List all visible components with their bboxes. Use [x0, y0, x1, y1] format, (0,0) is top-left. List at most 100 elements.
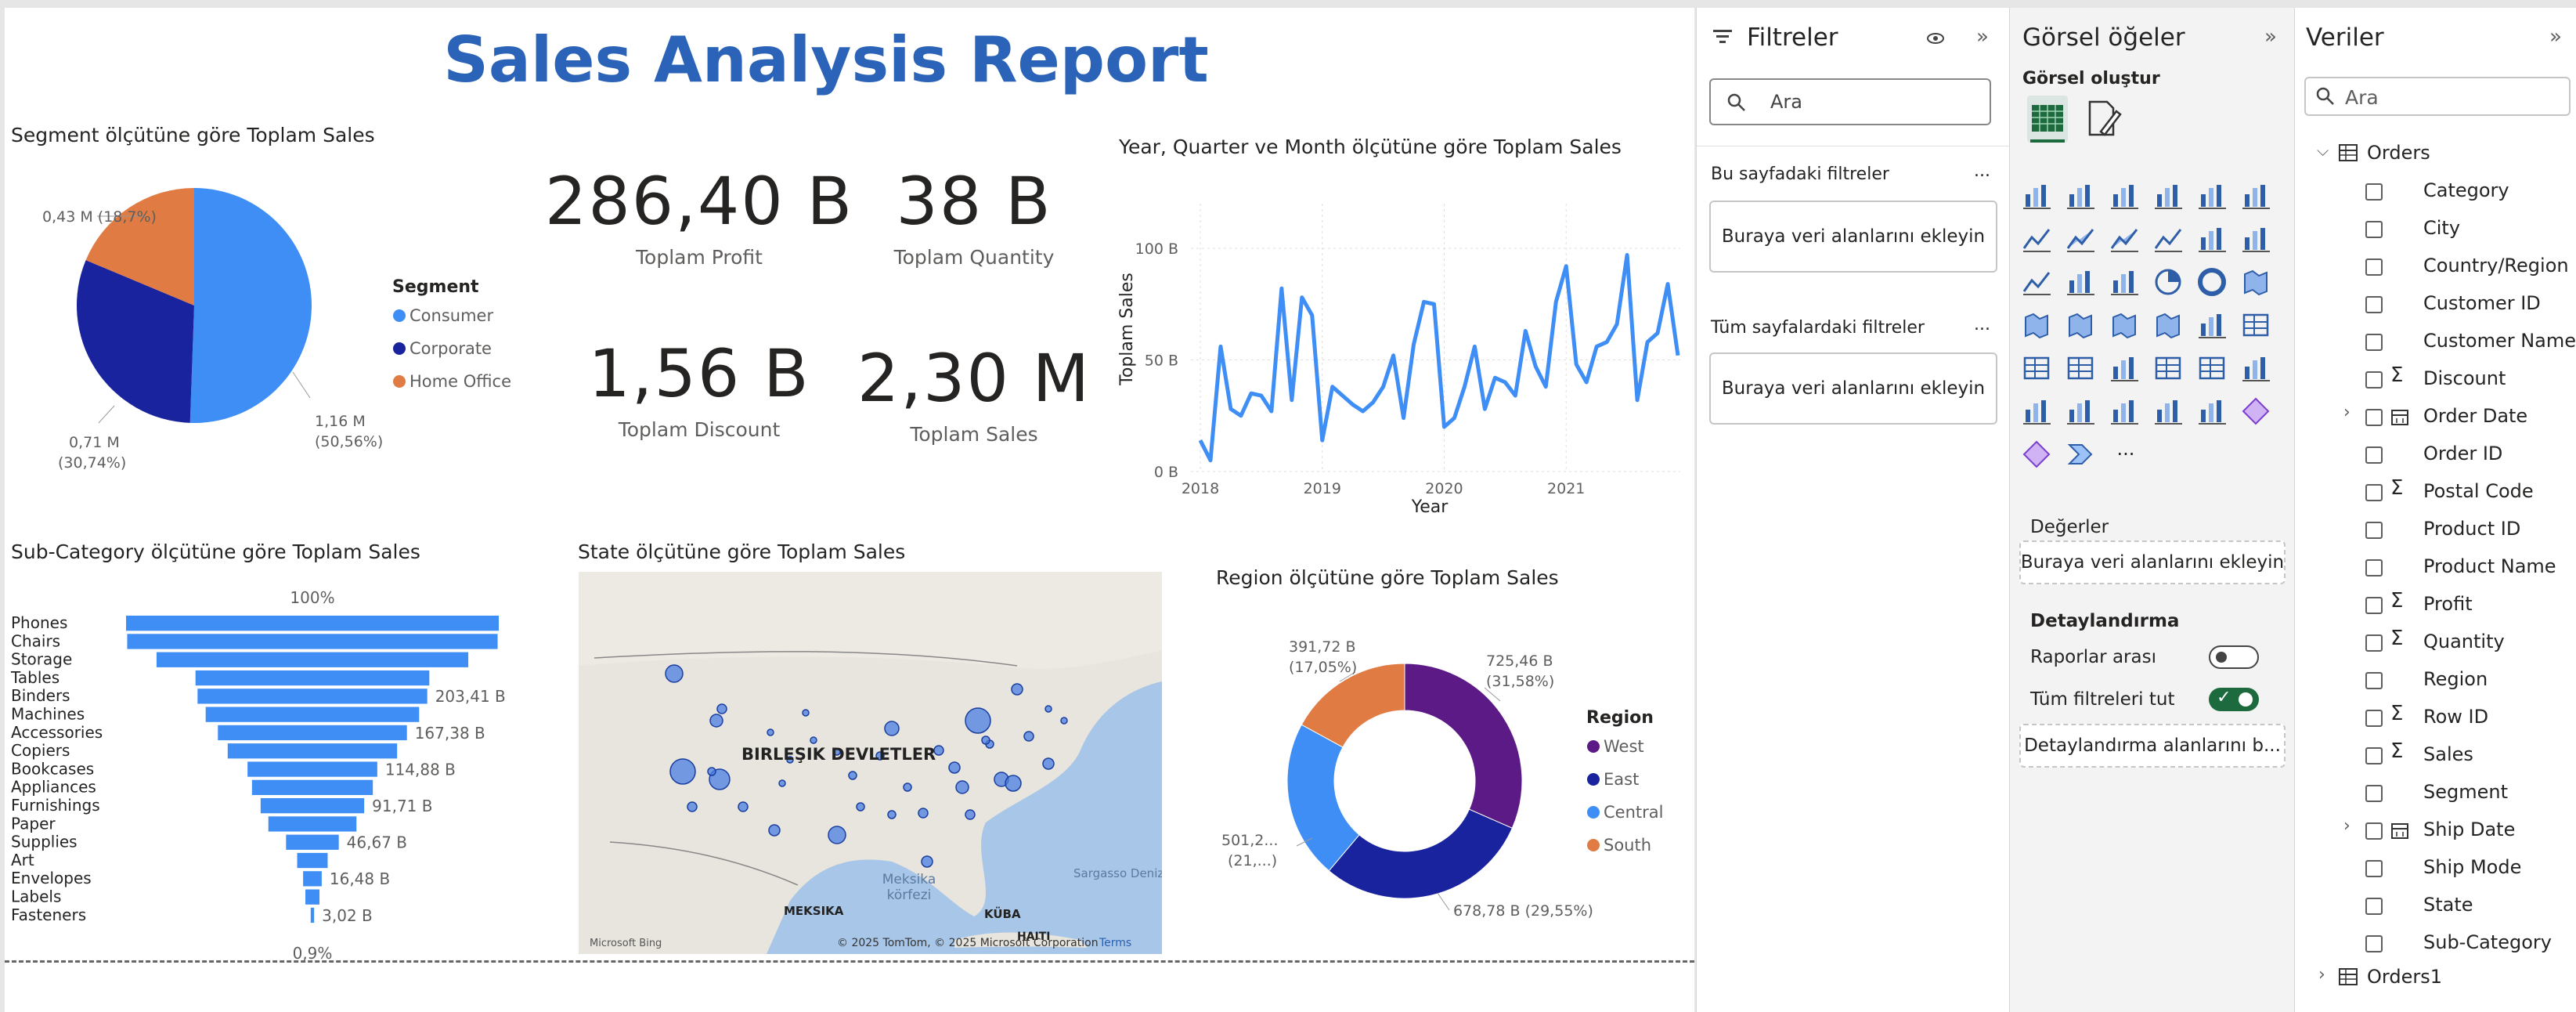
field-checkbox[interactable] — [2365, 484, 2383, 501]
keep-filters-toggle[interactable]: ✓ — [2209, 688, 2259, 711]
sales-line-chart[interactable]: 0 B 50 B 100 B 2018 2019 2020 2021 Year Toplam S… — [1117, 164, 1688, 525]
matrix-icon[interactable] — [2196, 352, 2231, 387]
field-order-id[interactable]: Order ID — [2295, 437, 2576, 472]
field-checkbox[interactable] — [2365, 672, 2383, 689]
shape-map-icon[interactable] — [2109, 309, 2143, 344]
format-visual-tab[interactable] — [2079, 96, 2126, 143]
eye-icon[interactable] — [1924, 27, 1947, 50]
field-ship-date[interactable]: › Ship Date — [2295, 813, 2576, 848]
field-sub-category[interactable]: Sub-Category — [2295, 926, 2576, 960]
field-order-date[interactable]: › Order Date — [2295, 399, 2576, 434]
clustered-column-icon[interactable] — [2152, 180, 2187, 215]
build-visual-tab[interactable] — [2027, 96, 2068, 143]
field-segment[interactable]: Segment — [2295, 775, 2576, 810]
field-product-id[interactable]: Product ID — [2295, 512, 2576, 547]
field-ship-mode[interactable]: Ship Mode — [2295, 851, 2576, 885]
field-checkbox[interactable] — [2365, 446, 2383, 464]
segment-pie-chart[interactable]: 1,16 M (50,56%) 0,71 M (30,74%) 0,43 M (18,7… — [20, 188, 521, 478]
filters-search-input[interactable]: Ara — [1709, 78, 1991, 125]
azure-map-icon[interactable] — [2152, 309, 2187, 344]
key-influencers-icon[interactable] — [2240, 352, 2275, 387]
decomposition-tree-icon[interactable] — [2021, 396, 2055, 430]
field-profit[interactable]: Σ Profit — [2295, 587, 2576, 622]
goals-icon[interactable] — [2152, 396, 2187, 430]
funnel-icon[interactable] — [2065, 266, 2099, 301]
field-checkbox[interactable] — [2365, 898, 2383, 915]
clustered-bar-icon[interactable] — [2109, 180, 2143, 215]
subcategory-funnel-chart[interactable]: 100% PhonesChairsStorageTablesBinders 203,… — [5, 572, 553, 963]
donut-icon[interactable] — [2196, 266, 2231, 301]
field-sales[interactable]: Σ Sales — [2295, 738, 2576, 772]
field-region[interactable]: Region — [2295, 663, 2576, 697]
stacked-column-icon[interactable] — [2065, 180, 2099, 215]
field-quantity[interactable]: Σ Quantity — [2295, 625, 2576, 660]
field-customer-name[interactable]: Customer Name — [2295, 324, 2576, 359]
all-filters-drop[interactable]: Buraya veri alanlarını ekleyin — [1709, 352, 1997, 425]
stacked-bar-icon[interactable] — [2021, 180, 2055, 215]
slicer-icon[interactable] — [2109, 352, 2143, 387]
map-icon[interactable] — [2021, 309, 2055, 344]
field-state[interactable]: State — [2295, 888, 2576, 923]
table-orders[interactable]: ⌵ Orders — [2295, 136, 2576, 171]
card-icon[interactable] — [2240, 309, 2275, 344]
line-column-icon[interactable] — [2021, 266, 2055, 301]
qna-icon[interactable] — [2065, 396, 2099, 430]
collapse-data-icon[interactable]: » — [2544, 25, 2567, 49]
state-map[interactable]: BIRLEŞIK DEVLETLER Meksikakörfezi MEKSIKA K… — [579, 572, 1162, 954]
field-category[interactable]: Category — [2295, 174, 2576, 208]
field-row-id[interactable]: Σ Row ID — [2295, 700, 2576, 735]
field-checkbox[interactable] — [2365, 597, 2383, 614]
field-customer-id[interactable]: Customer ID — [2295, 287, 2576, 321]
all-filters-more[interactable]: ... — [1974, 315, 1990, 334]
field-checkbox[interactable] — [2365, 747, 2383, 764]
smart-narrative-icon[interactable] — [2109, 396, 2143, 430]
field-discount[interactable]: Σ Discount — [2295, 362, 2576, 396]
100-column-icon[interactable] — [2240, 180, 2275, 215]
field-checkbox[interactable] — [2365, 860, 2383, 877]
multirow-card-icon[interactable] — [2065, 352, 2099, 387]
page-filters-more[interactable]: ... — [1974, 161, 1990, 181]
combo-icon[interactable] — [2240, 223, 2275, 258]
table-orders1[interactable]: › Orders1 — [2295, 960, 2576, 995]
treemap-icon[interactable] — [2240, 266, 2275, 301]
collapse-filters-icon[interactable]: » — [1971, 25, 1994, 49]
drillthrough-drop[interactable]: Detaylandırma alanlarını b... — [2019, 724, 2286, 768]
area-chart-icon[interactable] — [2065, 223, 2099, 258]
field-checkbox[interactable] — [2365, 935, 2383, 952]
region-donut-chart[interactable]: 725,46 B (31,58%) 678,78 B (29,55%) 501,2..… — [1179, 603, 1696, 948]
field-postal-code[interactable]: Σ Postal Code — [2295, 475, 2576, 509]
waterfall-icon[interactable] — [2196, 223, 2231, 258]
cross-report-toggle[interactable] — [2209, 645, 2259, 669]
kpi-icon[interactable] — [2021, 352, 2055, 387]
diamond-icon[interactable] — [2021, 439, 2055, 473]
collapse-visuals-icon[interactable]: » — [2259, 25, 2282, 49]
stacked-area-icon[interactable] — [2109, 223, 2143, 258]
field-checkbox[interactable] — [2365, 221, 2383, 238]
gauge-icon[interactable] — [2196, 309, 2231, 344]
field-checkbox[interactable] — [2365, 710, 2383, 727]
data-search-input[interactable]: Ara — [2304, 77, 2571, 116]
ribbon-icon[interactable] — [2152, 223, 2187, 258]
100-bar-icon[interactable] — [2196, 180, 2231, 215]
field-city[interactable]: City — [2295, 211, 2576, 246]
field-checkbox[interactable] — [2365, 334, 2383, 351]
table-icon[interactable] — [2152, 352, 2187, 387]
field-checkbox[interactable] — [2365, 296, 2383, 313]
field-checkbox[interactable] — [2365, 785, 2383, 802]
field-checkbox[interactable] — [2365, 634, 2383, 652]
field-checkbox[interactable] — [2365, 822, 2383, 840]
power-automate-icon[interactable] — [2065, 439, 2099, 473]
field-checkbox[interactable] — [2365, 183, 2383, 201]
more-visuals-icon[interactable]: ··· — [2109, 439, 2143, 473]
power-apps-icon[interactable] — [2240, 396, 2275, 430]
field-product-name[interactable]: Product Name — [2295, 550, 2576, 584]
paginated-icon[interactable] — [2196, 396, 2231, 430]
page-filters-drop[interactable]: Buraya veri alanlarını ekleyin — [1709, 201, 1997, 273]
filled-map-icon[interactable] — [2065, 309, 2099, 344]
line-chart-icon[interactable] — [2021, 223, 2055, 258]
field-checkbox[interactable] — [2365, 559, 2383, 576]
field-checkbox[interactable] — [2365, 371, 2383, 389]
field-checkbox[interactable] — [2365, 522, 2383, 539]
field-checkbox[interactable] — [2365, 409, 2383, 426]
scatter-icon[interactable] — [2109, 266, 2143, 301]
